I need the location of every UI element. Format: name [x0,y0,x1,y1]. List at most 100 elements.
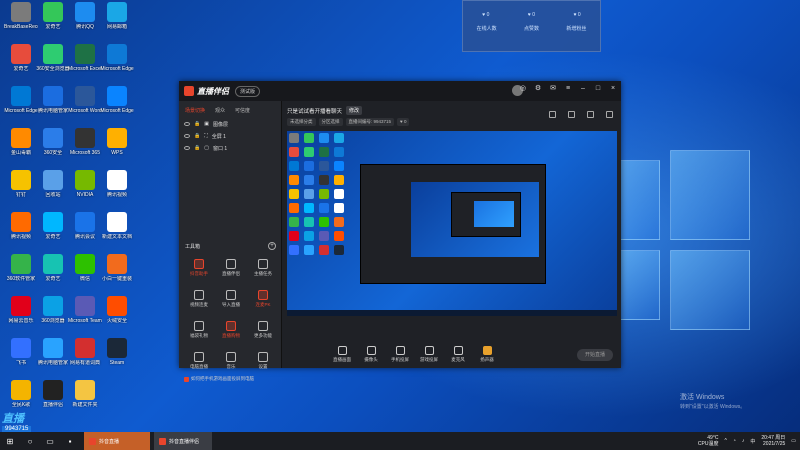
desktop-icon[interactable]: 小白一键重装 [100,254,134,294]
desktop-icon[interactable]: 360软件管家 [4,254,38,294]
phone-cast-button[interactable]: 手机投屏 [386,346,414,363]
tool-item[interactable]: 直播购物 [215,321,247,346]
desktop-icon[interactable]: 腾讯电脑管家 [36,86,70,126]
desktop-icon[interactable]: 腾讯QQ [68,2,102,42]
desktop-icon[interactable]: Microsoft 365 [68,128,102,168]
tool-item[interactable]: 直播伴侣 [215,259,247,284]
lock-icon[interactable]: 🔒 [194,121,200,127]
desktop-icon[interactable]: NVIDIA [68,170,102,210]
tool-item[interactable]: 连麦PK [247,290,279,315]
grid-icon[interactable] [568,111,575,118]
start-icon[interactable]: ⊞ [0,432,20,450]
tool-item[interactable]: 视频连麦 [183,290,215,315]
tray-overflow-icon[interactable]: ^ [724,438,726,444]
edit-topic-button[interactable]: 修改 [346,106,363,115]
notification-icon[interactable]: ▭ [791,438,796,444]
menu-icon[interactable]: ≡ [564,85,572,93]
desktop-icon[interactable]: 爱奇艺 [36,2,70,42]
version-pill[interactable]: 测试版 [235,85,261,97]
tool-item[interactable]: 福袋礼物 [183,321,215,346]
cpu-temp[interactable]: 49°C CPU温度 [698,435,719,447]
clock[interactable]: 20:47 周日 2021/7/25 [761,435,785,447]
eye-icon[interactable] [184,122,190,126]
share-icon[interactable] [606,111,613,118]
desktop-icon[interactable]: 微信 [68,254,102,294]
stream-preview[interactable] [287,131,617,316]
desktop-icon[interactable]: 网易邮箱 [100,2,134,42]
desktop-icon[interactable]: 飞书 [4,338,38,378]
settings-icon[interactable]: ⚙ [534,85,542,93]
desktop-icon[interactable]: 腾讯视频 [4,212,38,252]
desktop-icon[interactable]: 火绒安全 [100,296,134,336]
eye-icon[interactable] [184,134,190,138]
tool-item[interactable]: 主播任务 [247,259,279,284]
desktop-icon[interactable]: Microsoft Word [68,86,102,126]
volume-icon[interactable]: ♪ [742,438,745,444]
tool-item[interactable]: 更多功能 [247,321,279,346]
tool-item[interactable]: 音乐 [215,352,247,377]
input-method-icon[interactable]: 中 [750,438,755,445]
stream-screen-button[interactable]: 直播画面 [328,346,356,363]
maximize-icon[interactable]: □ [594,85,602,93]
desktop-icon[interactable]: Microsoft Excel [68,44,102,84]
desktop-icon[interactable]: 360安全 [36,128,70,168]
source-item[interactable]: 🔒 ▣ 图像层 [179,118,281,130]
desktop-icon[interactable]: Steam [100,338,134,378]
desktop-icon[interactable]: 钉钉 [4,170,38,210]
layout-icon[interactable] [549,111,556,118]
camera-button[interactable]: 摄像头 [357,346,385,363]
add-source-icon[interactable]: + [268,242,276,250]
tab-scene[interactable]: 场景切换 [185,107,205,114]
network-icon[interactable]: ◔ [733,438,736,444]
desktop-icon[interactable]: 360安全浏览器 [36,44,70,84]
desktop-icon[interactable]: Microsoft Edge [100,44,134,84]
tab-credibility[interactable]: 可信度 [235,107,250,114]
tool-item[interactable]: 设置 [247,352,279,377]
desktop-icon[interactable]: 腾讯会议 [68,212,102,252]
speaker-button[interactable]: 扬声器 [473,346,501,363]
desktop-icon[interactable]: Microsoft Edge [100,86,134,126]
teams-icon[interactable]: ▪ [60,432,80,450]
category-chip[interactable]: 未选择分类 [287,118,316,126]
desktop-icon[interactable]: 网易云音乐 [4,296,38,336]
mail-icon[interactable]: ✉ [549,85,557,93]
lock-icon[interactable]: 🔒 [194,145,200,151]
tab-audience[interactable]: 观众 [215,107,225,114]
search-icon[interactable]: ○ [20,432,40,450]
desktop-icon[interactable]: 回收站 [36,170,70,210]
source-item[interactable]: 🔒 ⛶ 全屏 1 [179,130,281,142]
desktop-icon[interactable]: 腾讯电脑管家 [36,338,70,378]
desktop-icon[interactable]: 爱奇艺 [36,212,70,252]
desktop-icon[interactable]: WPS [100,128,134,168]
microphone-button[interactable]: 麦克风 [444,346,472,363]
minimize-icon[interactable]: – [579,85,587,93]
taskbar-app-companion[interactable]: 抖音直播伴侣 [154,432,212,450]
start-live-button[interactable]: 开始直播 [577,349,613,361]
desktop-icon[interactable]: 爱奇艺 [4,44,38,84]
game-cast-button[interactable]: 游戏投屏 [415,346,443,363]
portrait-icon[interactable] [587,111,594,118]
desktop-icon[interactable]: 网易有道词典 [68,338,102,378]
desktop-icon[interactable]: 360浏览器 [36,296,70,336]
desktop-icon[interactable]: BreakBaseRecovery [4,2,38,42]
desktop-icon[interactable]: 金山毒霸 [4,128,38,168]
desktop-icon[interactable]: 腾讯视频 [100,170,134,210]
tool-item[interactable]: 电脑直播 [183,352,215,377]
lock-icon[interactable]: 🔒 [194,133,200,139]
help-icon[interactable]: ◎ [519,85,527,93]
desktop-icon-label: 360安全浏览器 [36,66,70,72]
tool-item[interactable]: 导入直播 [215,290,247,315]
help-notice[interactable]: 如何把手机游戏画面投屏到电脑 [184,376,254,382]
taskbar-app-douyin[interactable]: 抖音直播 [84,432,150,450]
tool-item[interactable]: 抖音助手 [183,259,215,284]
section-chip[interactable]: 分区选择 [318,118,343,126]
source-item[interactable]: 🔒 ▢ 窗口 1 [179,142,281,154]
eye-icon[interactable] [184,146,190,150]
desktop-icon[interactable]: Microsoft Teams [68,296,102,336]
desktop-icon[interactable]: 新建文件夹 [68,380,102,420]
task-view-icon[interactable]: ▭ [40,432,60,450]
desktop-icon[interactable]: Microsoft Edge [4,86,38,126]
close-icon[interactable]: × [609,85,617,93]
desktop-icon[interactable]: 新建文本文档 [100,212,134,252]
desktop-icon[interactable]: 爱奇艺 [36,254,70,294]
